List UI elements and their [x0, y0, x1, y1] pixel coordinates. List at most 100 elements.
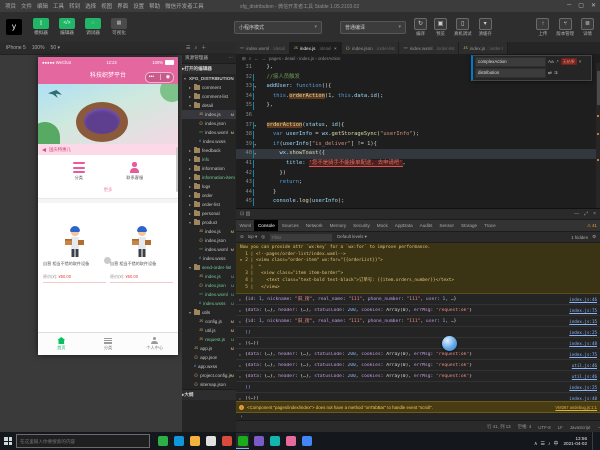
user-avatar[interactable]: y — [6, 19, 22, 35]
category-item-classify[interactable]: 分类 — [73, 162, 85, 181]
tree-item[interactable]: #index.wxss — [182, 254, 236, 263]
console-log-row[interactable]: ▸[{…}]index.js:48 — [236, 338, 600, 349]
devtools-tab-storage[interactable]: Storage — [457, 220, 480, 231]
taskbar-app-icon[interactable] — [268, 433, 281, 449]
close-button[interactable]: ✕ — [591, 2, 596, 9]
tree-item[interactable]: {}app.json — [182, 353, 236, 362]
menu-item[interactable]: 项目 — [5, 2, 16, 10]
tray-icon[interactable]: ♪ — [548, 441, 551, 447]
action-预览[interactable]: ▣预览 — [434, 18, 447, 37]
devtools-tab-trace[interactable]: Trace — [481, 220, 500, 231]
toggle-可视化[interactable]: ▦可视化 — [108, 18, 130, 36]
tree-item[interactable]: JSapp.jsM — [182, 344, 236, 353]
tree-item[interactable]: <>index.wxmlU — [182, 290, 236, 299]
tray-icon[interactable]: 中 — [553, 441, 558, 447]
source-link[interactable]: VM367 asdebug.js:1:1 — [555, 405, 597, 410]
tree-item[interactable]: JSindex.jsM — [182, 110, 236, 119]
source-link[interactable]: index.js:75 — [569, 308, 597, 313]
component-warning-row[interactable]: ! <Component "pages/index/index"> does n… — [236, 401, 600, 413]
tree-item[interactable]: ▾product — [182, 218, 236, 227]
source-link[interactable]: index.js:48 — [569, 341, 597, 346]
wxkey-warning-block[interactable]: Now you can provide attr `wx:key` for a … — [236, 243, 600, 294]
replace-input[interactable] — [475, 68, 546, 78]
toggle-button[interactable]: ▯ — [33, 18, 49, 29]
action-清缓存[interactable]: ▾清缓存 — [479, 18, 492, 37]
taskbar-app-icon[interactable] — [284, 433, 297, 449]
code-line[interactable]: 42 }) — [236, 169, 600, 179]
device-selector[interactable]: iPhone 5 — [6, 45, 26, 51]
tree-item[interactable]: ▾utils — [182, 308, 236, 317]
source-link[interactable]: util.js:46 — [572, 374, 597, 379]
code-line[interactable]: 44 } — [236, 188, 600, 198]
close-icon[interactable]: × — [334, 46, 337, 51]
tree-item[interactable]: ▾send-order-list — [182, 263, 236, 272]
action-icon[interactable]: ▾ — [479, 18, 492, 30]
tree-item[interactable]: {}sitemap.json — [182, 380, 236, 389]
split-icon[interactable]: ⊞ — [242, 56, 246, 62]
home-target-icon[interactable]: ◉ — [166, 73, 170, 81]
mode-dropdown[interactable]: 小程序模式 ▾ — [234, 21, 322, 34]
console-log-row[interactable]: []index.js:25 — [236, 327, 600, 338]
tree-item[interactable]: ▸information-item — [182, 173, 236, 182]
action-icon[interactable]: ↻ — [414, 18, 427, 30]
popout-icon[interactable]: ⤢ — [584, 211, 588, 217]
console-log-row[interactable]: ▸{id: 1, nickname: "旧_街", real_name: "11… — [236, 316, 600, 327]
product-card[interactable]: 自营 相当不错的取件设备 原价(¥): ¥50.00 — [110, 207, 173, 283]
console-log-row[interactable]: ▸{id: 1, nickname: "旧_街", real_name: "11… — [236, 294, 600, 305]
more-dots-icon[interactable]: ••• — [149, 73, 154, 81]
code-line[interactable]: 33▾ addUser: function(){ — [236, 82, 600, 92]
action-版本管理[interactable]: ⑂版本管理 — [556, 18, 574, 37]
tree-item[interactable]: <>index.wxmlM — [182, 245, 236, 254]
console-log-row[interactable]: []index.js:25 — [236, 382, 600, 393]
source-link[interactable]: index.js:48 — [569, 396, 597, 401]
toggle-button[interactable]: ▦ — [111, 18, 127, 29]
banner-image[interactable] — [38, 84, 178, 144]
editor-tab[interactable]: <>index.wxml..\order-list — [399, 42, 459, 54]
action-真机调试[interactable]: ▯真机调试 — [454, 18, 472, 37]
toggle-模拟器[interactable]: ▯模拟器 — [30, 18, 52, 36]
code-line[interactable]: 36 — [236, 111, 600, 121]
taskbar-app-icon[interactable] — [300, 433, 313, 449]
menu-icon[interactable]: ☰ — [186, 45, 190, 51]
action-编译[interactable]: ↻编译 — [414, 18, 427, 37]
match-case-icon[interactable]: Aa — [548, 59, 554, 64]
action-icon[interactable]: ⑂ — [559, 18, 572, 30]
new-file-icon[interactable]: ＋ — [201, 44, 206, 51]
product-card[interactable]: 自营 相当不错的取件设备 原价(¥): ¥50.00 — [43, 207, 106, 283]
editor-tab[interactable]: {}index.json..\order-list — [342, 42, 400, 54]
inspect-icon[interactable]: ⊡ — [240, 211, 244, 217]
tray-icon[interactable]: ∧ — [534, 441, 538, 447]
taskbar-search-input[interactable] — [16, 434, 150, 448]
action-icon[interactable]: ≣ — [581, 18, 594, 30]
taskbar-app-icon[interactable] — [172, 433, 185, 449]
forward-icon[interactable]: → — [262, 56, 266, 61]
device-icon[interactable]: ▥ — [246, 211, 251, 217]
code-line[interactable]: 40▾ wx.showToast({ — [236, 149, 600, 159]
taskbar-app-icon[interactable] — [252, 433, 265, 449]
taskbar-app-icon[interactable] — [156, 433, 169, 449]
taskbar-app-icon[interactable] — [220, 433, 233, 449]
menu-item[interactable]: 转到 — [69, 2, 80, 10]
tree-item[interactable]: ▸personal — [182, 209, 236, 218]
toggle-编辑器[interactable]: </>编辑器 — [56, 18, 78, 36]
console-filter-input[interactable] — [269, 233, 333, 242]
toggle-button[interactable]: ◌ — [85, 18, 101, 29]
devtools-tab-appdata[interactable]: AppData — [391, 220, 416, 231]
taskbar-app-icon[interactable] — [236, 433, 249, 449]
action-icon[interactable]: ▣ — [434, 18, 447, 30]
eye-icon[interactable]: ◎ — [261, 234, 265, 240]
tree-item[interactable]: {}index.json — [182, 119, 236, 128]
editor-tab[interactable]: <>index.wxml..\detail — [236, 42, 290, 54]
devtools-tab-wxml[interactable]: Wxml — [236, 220, 254, 231]
action-上传[interactable]: ↑上传 — [536, 18, 549, 37]
show-desktop-button[interactable] — [592, 432, 596, 450]
tree-item[interactable]: ▾XFG_DISTRIBUTION — [182, 74, 236, 83]
devtools-tab-audits[interactable]: Audits — [416, 220, 436, 231]
source-link[interactable]: util.js:46 — [572, 363, 597, 368]
code-line[interactable]: 45 console.log(userInfo); — [236, 197, 600, 207]
tree-item[interactable]: ▸comment — [182, 83, 236, 92]
toggle-button[interactable]: </> — [59, 18, 75, 29]
floating-bubble-overlay[interactable] — [442, 336, 457, 351]
tree-item[interactable]: ▸feedback — [182, 146, 236, 155]
code-line[interactable]: 39▾ if(userInfo["is_deliver"] != 1){ — [236, 140, 600, 150]
